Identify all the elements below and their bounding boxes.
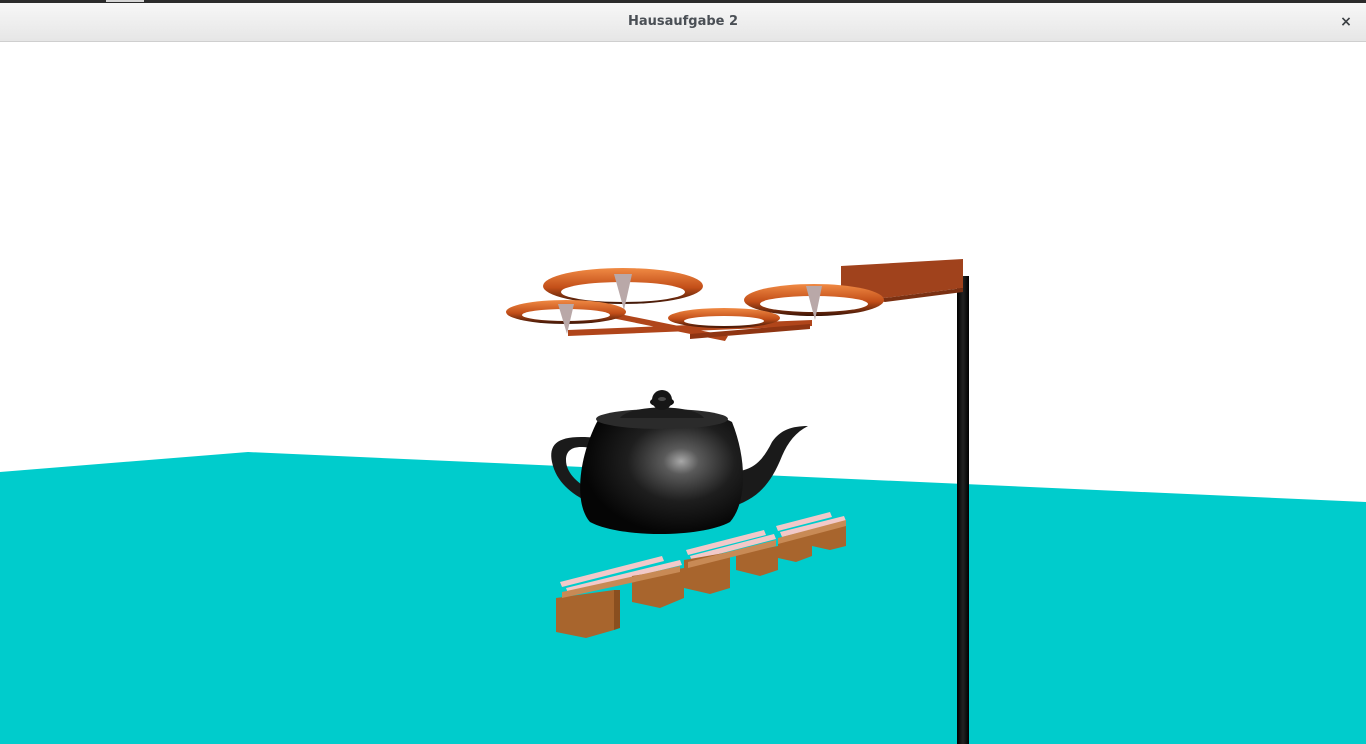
desktop-tab-indicator (106, 0, 144, 2)
lamp-pole (957, 276, 969, 744)
opengl-viewport[interactable] (0, 42, 1366, 744)
window-titlebar[interactable]: Hausaufgabe 2 × (0, 3, 1366, 42)
window-title: Hausaufgabe 2 (627, 14, 739, 29)
close-icon[interactable]: × (1336, 12, 1356, 32)
quadcopter-drone (506, 268, 884, 341)
rotor-front-center (668, 308, 780, 328)
scene-canvas (0, 259, 1366, 744)
